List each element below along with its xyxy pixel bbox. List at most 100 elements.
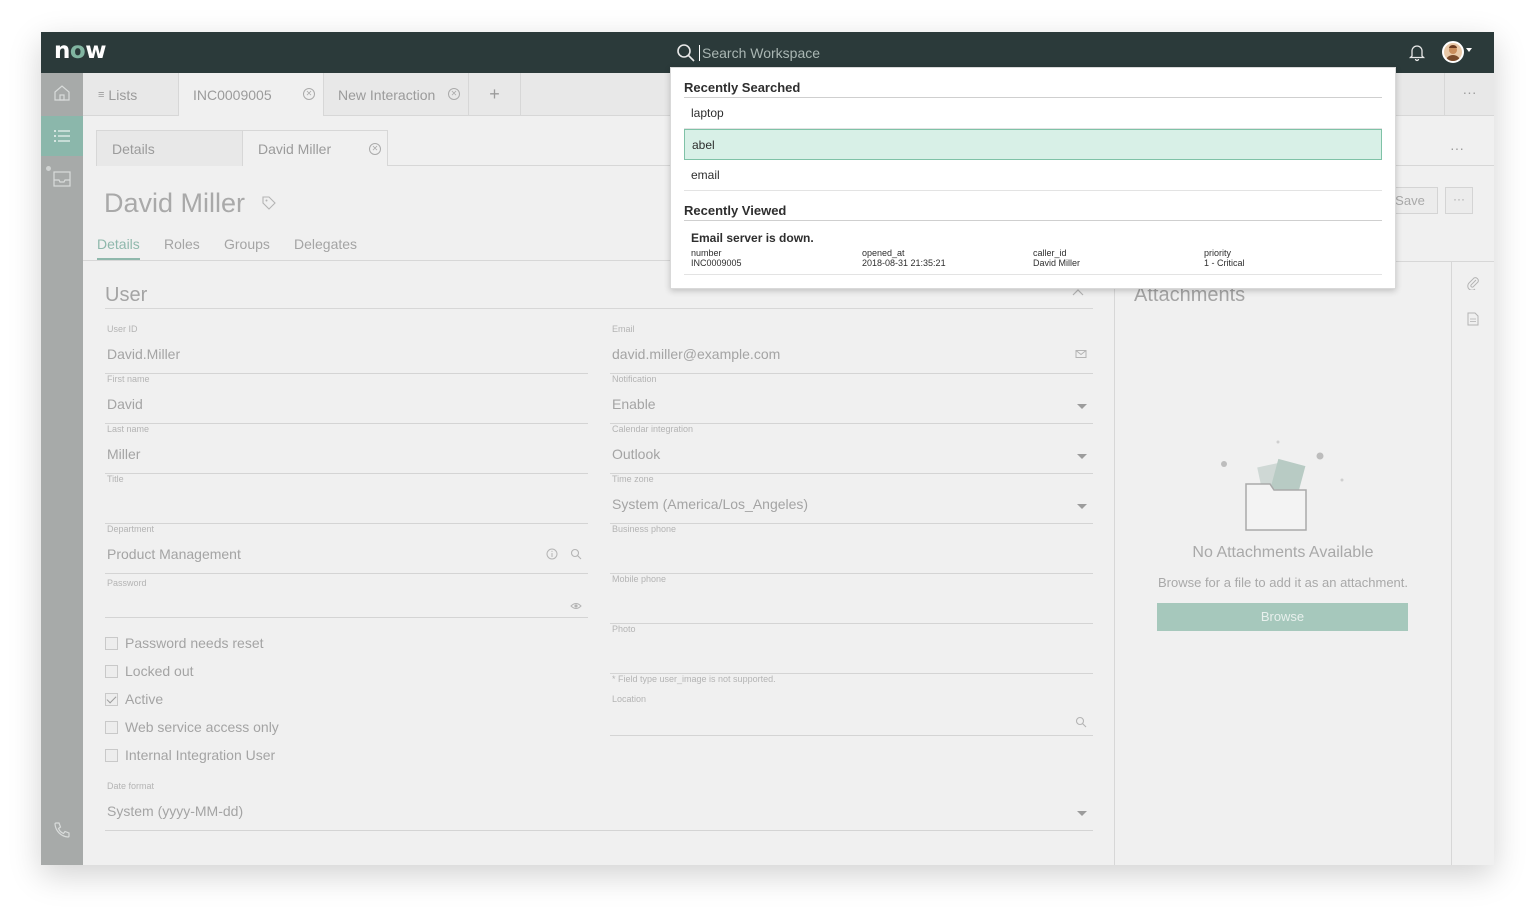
- recent-search-item[interactable]: email: [684, 160, 1382, 191]
- add-tab-button[interactable]: +: [469, 73, 521, 116]
- user-avatar[interactable]: [1442, 41, 1464, 63]
- field-label: Password: [107, 578, 147, 588]
- title-field[interactable]: Title: [105, 474, 588, 524]
- checkbox-active[interactable]: Active: [105, 691, 163, 707]
- nav-inbox[interactable]: [41, 159, 83, 199]
- nav-lists[interactable]: [41, 116, 83, 156]
- location-field[interactable]: Location: [610, 694, 1093, 736]
- home-icon: [54, 85, 70, 101]
- avatar-face-icon: [1446, 45, 1460, 61]
- paperclip-icon[interactable]: [1466, 276, 1480, 290]
- right-rail: [1451, 261, 1494, 865]
- attachments-panel: [1114, 261, 1452, 865]
- tab-label: INC0009005: [193, 86, 272, 103]
- business-phone-field[interactable]: Business phone: [610, 524, 1093, 574]
- mobile-phone-field[interactable]: Mobile phone: [610, 574, 1093, 624]
- close-icon[interactable]: ✕: [369, 143, 381, 155]
- tab-inc0009005[interactable]: INC0009005 ✕: [179, 73, 324, 116]
- recent-search-item[interactable]: laptop: [684, 98, 1382, 129]
- tab-overflow-button[interactable]: ···: [1444, 73, 1494, 116]
- department-field[interactable]: Department Product Management: [105, 524, 588, 574]
- subtab-david-miller[interactable]: David Miller ✕: [242, 130, 388, 166]
- checkbox[interactable]: [105, 692, 118, 706]
- nav-home[interactable]: [41, 73, 83, 113]
- tab-roles[interactable]: Roles: [164, 236, 200, 252]
- photo-field[interactable]: Photo: [610, 624, 1093, 674]
- user-id-field[interactable]: User ID David.Miller: [105, 324, 588, 374]
- tab-label: Lists: [108, 86, 138, 103]
- recently-searched-heading: Recently Searched: [684, 80, 801, 95]
- tab-new-interaction[interactable]: New Interaction ✕: [324, 73, 469, 116]
- field-value: David: [107, 396, 143, 412]
- attachments-hint: Browse for a file to add it as an attach…: [1157, 575, 1409, 590]
- checkbox-web-service-access-only[interactable]: Web service access only: [105, 719, 279, 735]
- tab-delegates[interactable]: Delegates: [294, 236, 357, 252]
- browse-button[interactable]: Browse: [1157, 603, 1408, 631]
- tab-label: New Interaction: [338, 86, 436, 103]
- field-label: Date format: [107, 781, 155, 791]
- time-zone-select[interactable]: Time zone System (America/Los_Angeles): [610, 474, 1093, 524]
- checkbox-locked-out[interactable]: Locked out: [105, 663, 194, 679]
- checkbox-password-needs-reset[interactable]: Password needs reset: [105, 635, 264, 651]
- tab-lists[interactable]: ≡ Lists: [83, 73, 179, 116]
- field-value: Product Management: [107, 546, 241, 562]
- mail-icon[interactable]: [1075, 348, 1087, 360]
- column-name: opened_at: [862, 248, 905, 258]
- recently-viewed-heading: Recently Viewed: [684, 203, 787, 218]
- last-name-field[interactable]: Last name Miller: [105, 424, 588, 474]
- search-input[interactable]: [702, 44, 1302, 61]
- checkbox-internal-integration-user[interactable]: Internal Integration User: [105, 747, 275, 763]
- chevron-up-icon[interactable]: [1072, 288, 1084, 296]
- date-format-select[interactable]: Date format System (yyyy-MM-dd): [105, 781, 1093, 831]
- phone-icon: [54, 822, 70, 838]
- chevron-down-icon[interactable]: [1466, 48, 1472, 52]
- calendar-integration-select[interactable]: Calendar integration Outlook: [610, 424, 1093, 474]
- subtab-details[interactable]: Details: [96, 130, 243, 166]
- close-icon[interactable]: ✕: [303, 88, 315, 100]
- list-icon: ≡: [98, 88, 105, 101]
- password-field[interactable]: Password: [105, 578, 588, 618]
- field-value: Miller: [107, 446, 141, 462]
- column-name: caller_id: [1033, 248, 1067, 258]
- more-actions-button[interactable]: ···: [1445, 187, 1473, 214]
- servicenow-logo[interactable]: now: [54, 38, 106, 64]
- page-title: David Miller: [104, 188, 246, 218]
- search-icon: [677, 43, 695, 62]
- tab-groups[interactable]: Groups: [224, 236, 270, 252]
- close-icon[interactable]: ✕: [448, 88, 460, 100]
- tab-details[interactable]: Details: [97, 236, 140, 260]
- recent-search-item[interactable]: abel: [684, 129, 1382, 160]
- field-label: Mobile phone: [612, 574, 667, 584]
- recent-viewed-column: caller_id David Miller: [1033, 248, 1080, 268]
- checkbox[interactable]: [105, 636, 118, 650]
- field-value: System (yyyy-MM-dd): [107, 803, 244, 819]
- first-name-field[interactable]: First name David: [105, 374, 588, 424]
- checkbox[interactable]: [105, 748, 118, 762]
- global-search[interactable]: [670, 36, 1396, 69]
- field-label: Department: [107, 524, 155, 534]
- bell-icon[interactable]: [1407, 42, 1427, 62]
- checkbox[interactable]: [105, 664, 118, 678]
- caret-down-icon: [1077, 454, 1087, 459]
- search-icon[interactable]: [1075, 716, 1087, 728]
- checkbox[interactable]: [105, 720, 118, 734]
- field-label: Photo: [612, 624, 636, 634]
- subtab-overflow-button[interactable]: ···: [1450, 140, 1464, 156]
- caret-down-icon: [1077, 504, 1087, 509]
- field-label: Title: [107, 474, 124, 484]
- eye-icon[interactable]: [570, 600, 582, 612]
- plus-icon: +: [489, 84, 500, 104]
- email-field[interactable]: Email david.miller@example.com: [610, 324, 1093, 374]
- info-icon[interactable]: [546, 548, 558, 560]
- document-icon[interactable]: [1467, 312, 1479, 326]
- inbox-icon: [53, 171, 71, 187]
- notification-select[interactable]: Notification Enable: [610, 374, 1093, 424]
- search-dropdown: Recently Searched laptop abel email Rece…: [670, 67, 1396, 289]
- tag-icon[interactable]: [262, 196, 276, 210]
- column-value: INC0009005: [691, 258, 742, 268]
- search-icon[interactable]: [570, 548, 582, 560]
- recent-viewed-column: priority 1 - Critical: [1204, 248, 1245, 268]
- column-value: 1 - Critical: [1204, 258, 1245, 268]
- empty-folder-icon: [1221, 440, 1344, 531]
- nav-phone[interactable]: [41, 810, 83, 850]
